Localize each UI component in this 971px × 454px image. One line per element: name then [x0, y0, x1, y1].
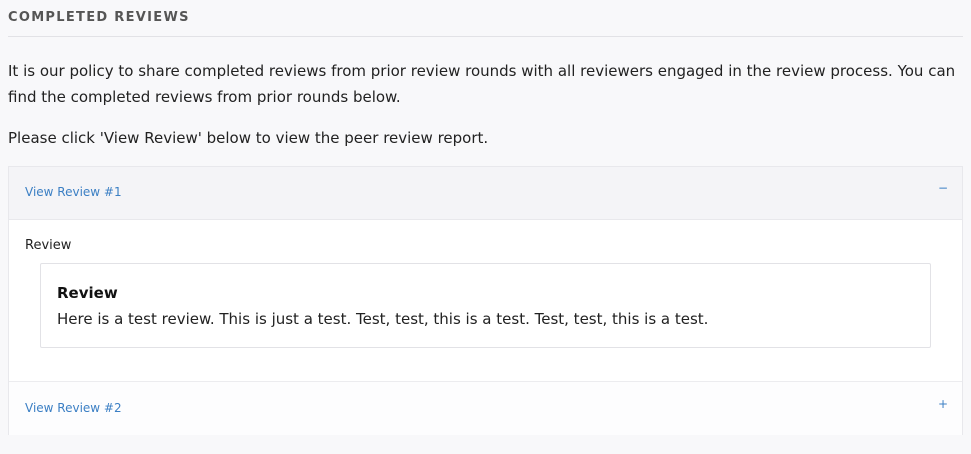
- view-review-1-link[interactable]: View Review #1: [25, 185, 122, 199]
- review-field-label: Review: [25, 238, 72, 253]
- review-2-header[interactable]: View Review #2 +: [9, 381, 962, 435]
- completed-reviews-page: COMPLETED REVIEWS It is our policy to sh…: [0, 0, 971, 454]
- instruction-text: Please click 'View Review' below to view…: [8, 129, 489, 147]
- policy-text: It is our policy to share completed revi…: [8, 62, 956, 106]
- review-content-title: Review: [57, 284, 118, 302]
- view-review-2-link[interactable]: View Review #2: [25, 401, 122, 415]
- collapse-icon[interactable]: −: [938, 181, 948, 195]
- review-content-text: Here is a test review. This is just a te…: [57, 310, 709, 328]
- heading-divider: [8, 36, 963, 37]
- review-content-box: Review Here is a test review. This is ju…: [40, 263, 931, 348]
- review-1-header[interactable]: View Review #1 −: [9, 167, 962, 220]
- review-1-panel: Review Review Here is a test review. Thi…: [9, 220, 962, 381]
- reviews-accordion: View Review #1 − Review Review Here is a…: [8, 166, 963, 435]
- section-title: COMPLETED REVIEWS: [8, 10, 190, 25]
- expand-icon[interactable]: +: [938, 397, 948, 411]
